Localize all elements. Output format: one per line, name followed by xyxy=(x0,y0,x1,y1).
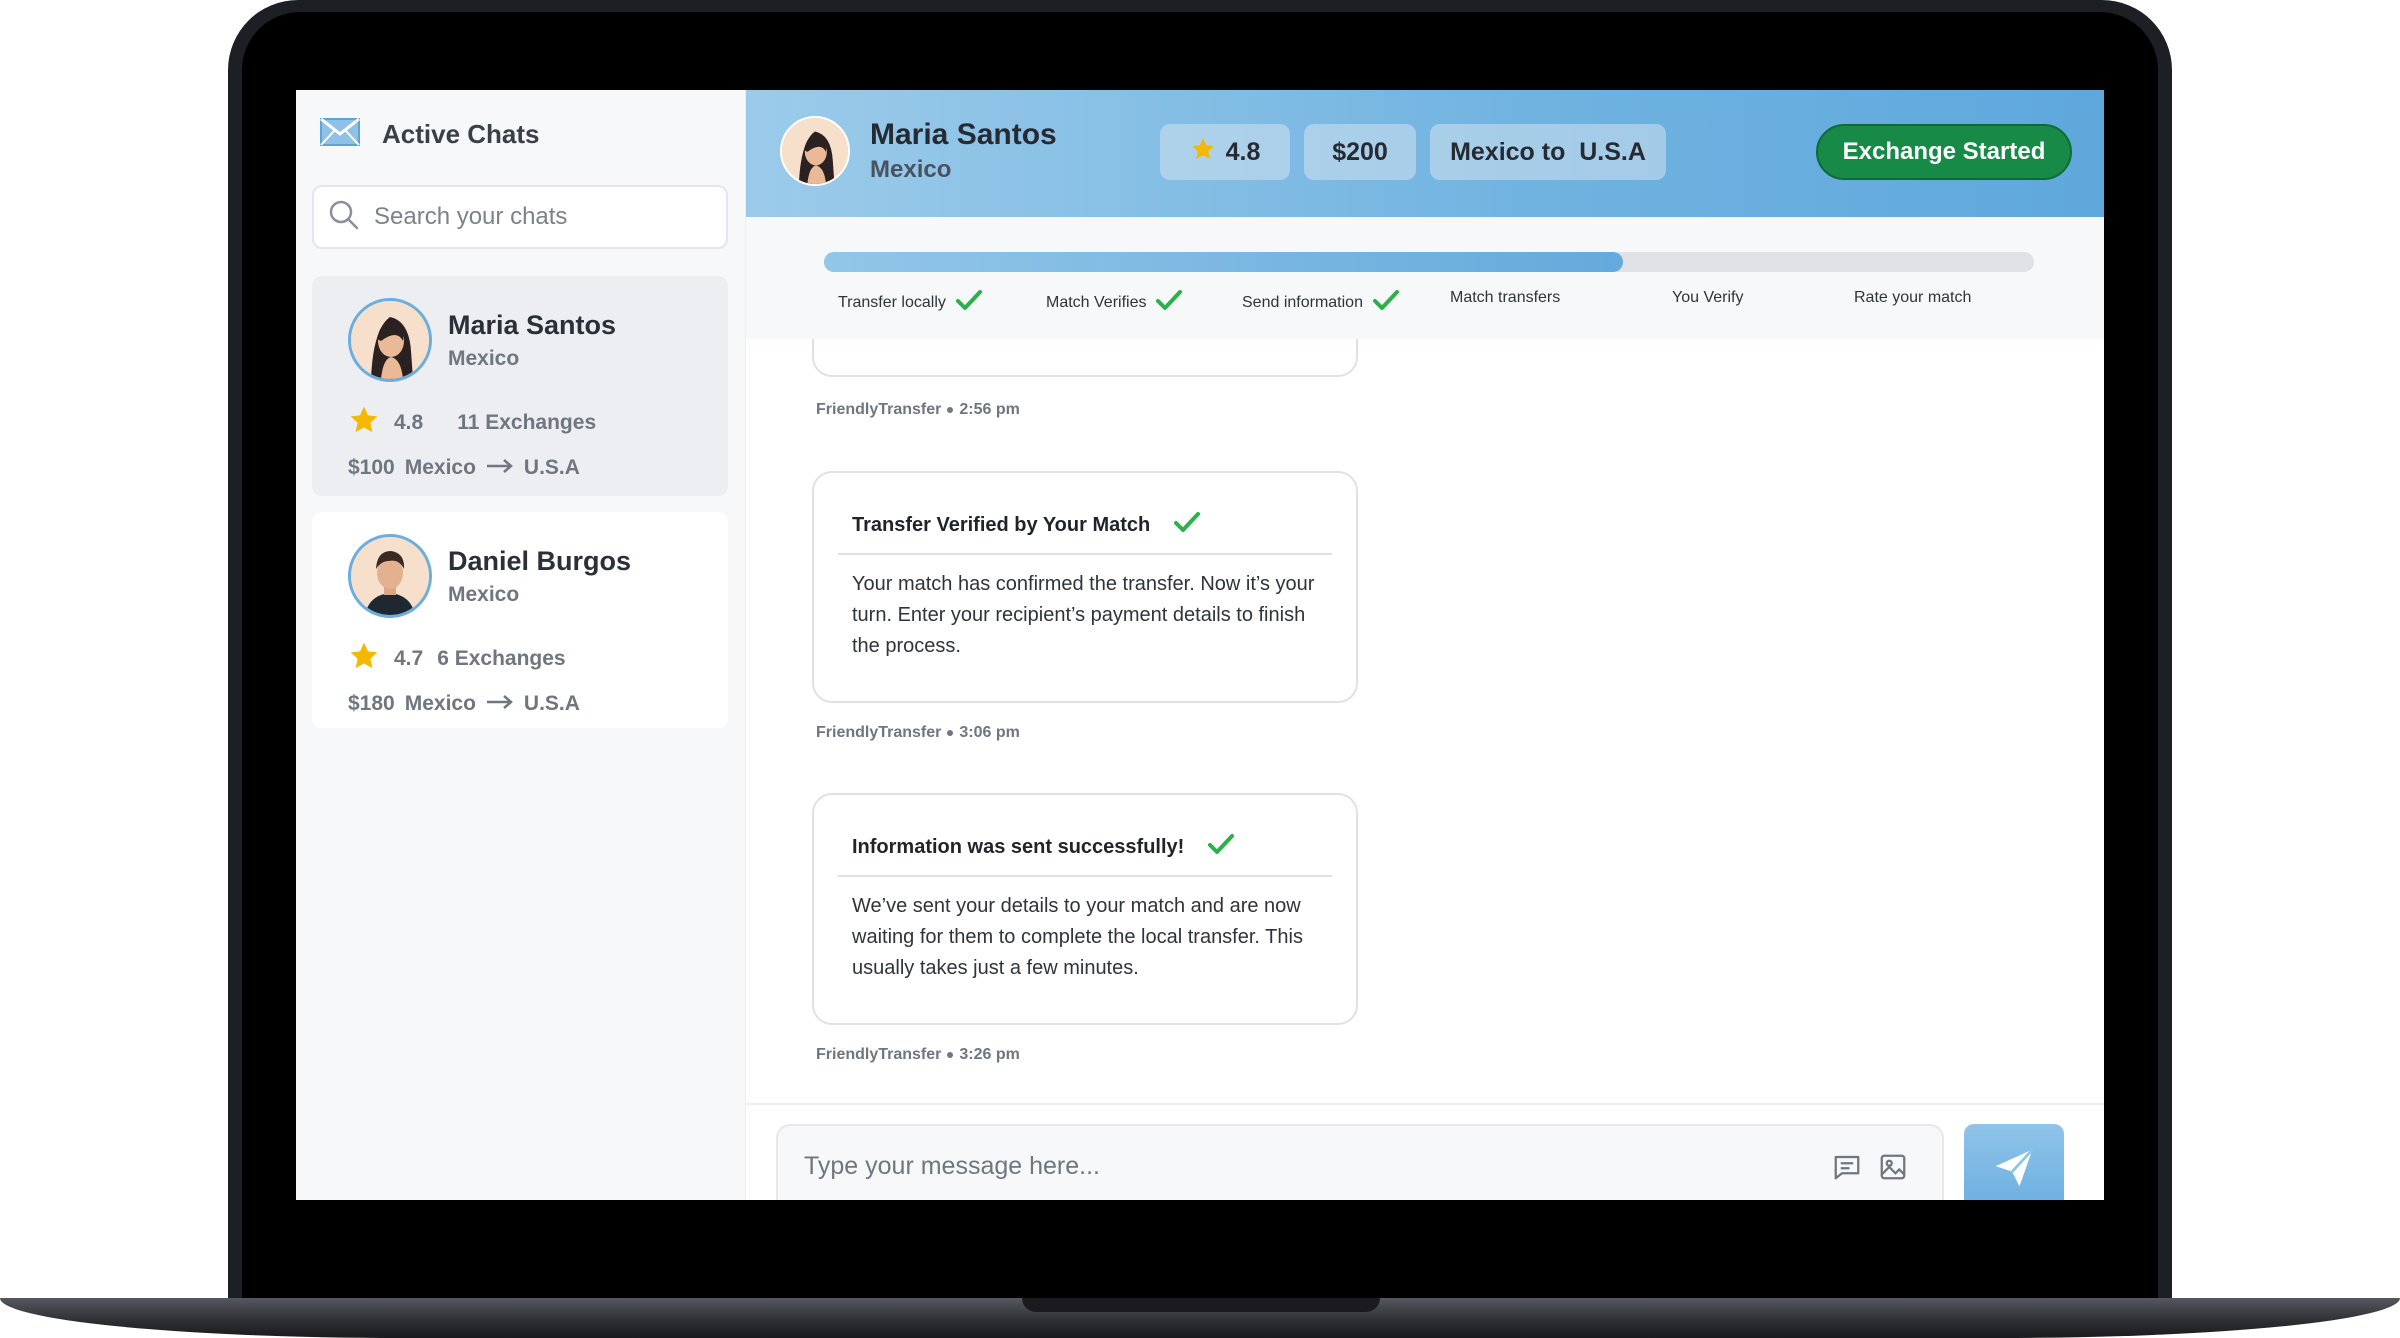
message-meta: FriendlyTransfer 3:06 pm xyxy=(816,724,1020,742)
message-list[interactable]: FriendlyTransfer 2:56 pm Transfer Verifi… xyxy=(746,339,2104,1103)
progress-fill xyxy=(824,252,1623,272)
composer-divider xyxy=(746,1103,2104,1105)
header-amount: $200 xyxy=(1332,137,1388,166)
check-icon xyxy=(1372,289,1399,316)
route-badge: Mexico to U.S.A xyxy=(1430,124,1666,180)
chat-exchanges: 6 Exchanges xyxy=(437,647,566,670)
step-label: Match Verifies xyxy=(1046,293,1147,311)
chat-to: U.S.A xyxy=(523,692,580,715)
step-label: Send information xyxy=(1242,293,1363,311)
sidebar-header: Active Chats xyxy=(320,117,540,151)
step-label: Match transfers xyxy=(1450,289,1561,306)
step-you-verify: You Verify xyxy=(1672,289,1743,307)
message-meta: FriendlyTransfer 3:26 pm xyxy=(816,1046,1020,1064)
header-rating: 4.8 xyxy=(1225,137,1261,166)
header-route: Mexico to U.S.A xyxy=(1450,137,1646,166)
search-icon xyxy=(328,199,360,236)
message-template-icon[interactable] xyxy=(1832,1152,1862,1182)
message-time: 2:56 pm xyxy=(959,401,1020,418)
check-icon xyxy=(1174,511,1201,539)
star-icon xyxy=(348,404,380,442)
laptop-notch xyxy=(1022,1298,1380,1312)
separator-dot xyxy=(947,407,954,413)
separator-dot xyxy=(947,1052,954,1058)
message-sender: FriendlyTransfer xyxy=(816,724,942,741)
check-icon xyxy=(955,289,982,316)
chat-rating: 4.8 xyxy=(394,411,424,434)
message-body: Your match has confirmed the transfer. N… xyxy=(852,573,1315,657)
check-icon xyxy=(1208,833,1235,861)
chat-from: Mexico xyxy=(404,692,476,715)
avatar xyxy=(348,298,432,382)
chat-country: Mexico xyxy=(448,346,520,370)
step-rate-your-match: Rate your match xyxy=(1854,289,1971,307)
composer xyxy=(776,1124,1944,1200)
step-label: Transfer locally xyxy=(838,293,946,311)
message-meta: FriendlyTransfer 2:56 pm xyxy=(816,401,1020,419)
message-input[interactable] xyxy=(804,1148,1804,1184)
chat-rating: 4.7 xyxy=(394,647,424,670)
message-time: 3:06 pm xyxy=(959,724,1020,741)
message-title: Information was sent successfully! xyxy=(852,835,1185,858)
chat-exchanges: 11 Exchanges xyxy=(457,411,597,434)
chat-from: Mexico xyxy=(404,456,476,479)
message-bubble: Transfer Verified by Your Match Your mat… xyxy=(812,471,1358,703)
check-icon xyxy=(1156,289,1183,316)
header-country: Mexico xyxy=(870,156,952,183)
chat-amount: $100 xyxy=(348,456,395,479)
chat-amount: $180 xyxy=(348,692,395,715)
sidebar: Active Chats Search your chats Maria San… xyxy=(296,90,746,1200)
app-screen: Active Chats Search your chats Maria San… xyxy=(296,90,2104,1200)
rating-badge: 4.8 xyxy=(1160,124,1290,180)
avatar xyxy=(348,534,432,618)
image-upload-icon[interactable] xyxy=(1878,1152,1908,1182)
step-match-transfers: Match transfers xyxy=(1450,289,1560,307)
separator-dot xyxy=(947,730,954,736)
message-title: Transfer Verified by Your Match xyxy=(852,513,1151,536)
search-box[interactable] xyxy=(312,185,728,249)
step-match-verifies: Match Verifies xyxy=(1046,289,1183,316)
chat-name: Maria Santos xyxy=(448,309,617,340)
header-avatar[interactable] xyxy=(780,116,850,186)
star-icon xyxy=(348,640,380,678)
header-name: Maria Santos xyxy=(870,118,1057,151)
step-label: Rate your match xyxy=(1854,289,1972,306)
message-bubble: Information was sent successfully! We’ve… xyxy=(812,793,1358,1025)
chat-name: Daniel Burgos xyxy=(448,545,632,576)
message-time: 3:26 pm xyxy=(959,1046,1020,1063)
exchange-started-button[interactable]: Exchange Started xyxy=(1816,124,2072,180)
amount-badge: $200 xyxy=(1304,124,1416,180)
chat-country: Mexico xyxy=(448,582,520,606)
step-transfer-locally: Transfer locally xyxy=(838,289,982,316)
send-button[interactable] xyxy=(1964,1124,2064,1200)
arrow-right-icon xyxy=(486,692,514,716)
message-sender: FriendlyTransfer xyxy=(816,401,942,418)
star-icon xyxy=(1190,136,1216,169)
search-input[interactable] xyxy=(374,203,714,231)
step-send-information: Send information xyxy=(1242,289,1399,316)
sidebar-title: Active Chats xyxy=(382,119,540,149)
message-sender: FriendlyTransfer xyxy=(816,1046,942,1063)
send-icon xyxy=(1992,1146,2036,1193)
message-bubble xyxy=(812,339,1358,377)
chat-header: Maria Santos Mexico 4.8 $200 Mexico to U… xyxy=(746,90,2104,217)
envelope-icon xyxy=(320,117,360,151)
chat-item-maria-santos[interactable]: Maria Santos Mexico 4.8 11 Exchanges $10… xyxy=(312,276,728,496)
progress-tracker: Transfer locally Match Verifies Send inf… xyxy=(746,217,2104,339)
chat-item-daniel-burgos[interactable]: Daniel Burgos Mexico 4.7 6 Exchanges $18… xyxy=(312,512,728,728)
progress-bar xyxy=(824,252,2034,272)
message-body: We’ve sent your details to your match an… xyxy=(852,895,1303,979)
chat-to: U.S.A xyxy=(523,456,580,479)
step-label: You Verify xyxy=(1672,289,1744,306)
arrow-right-icon xyxy=(486,456,514,480)
